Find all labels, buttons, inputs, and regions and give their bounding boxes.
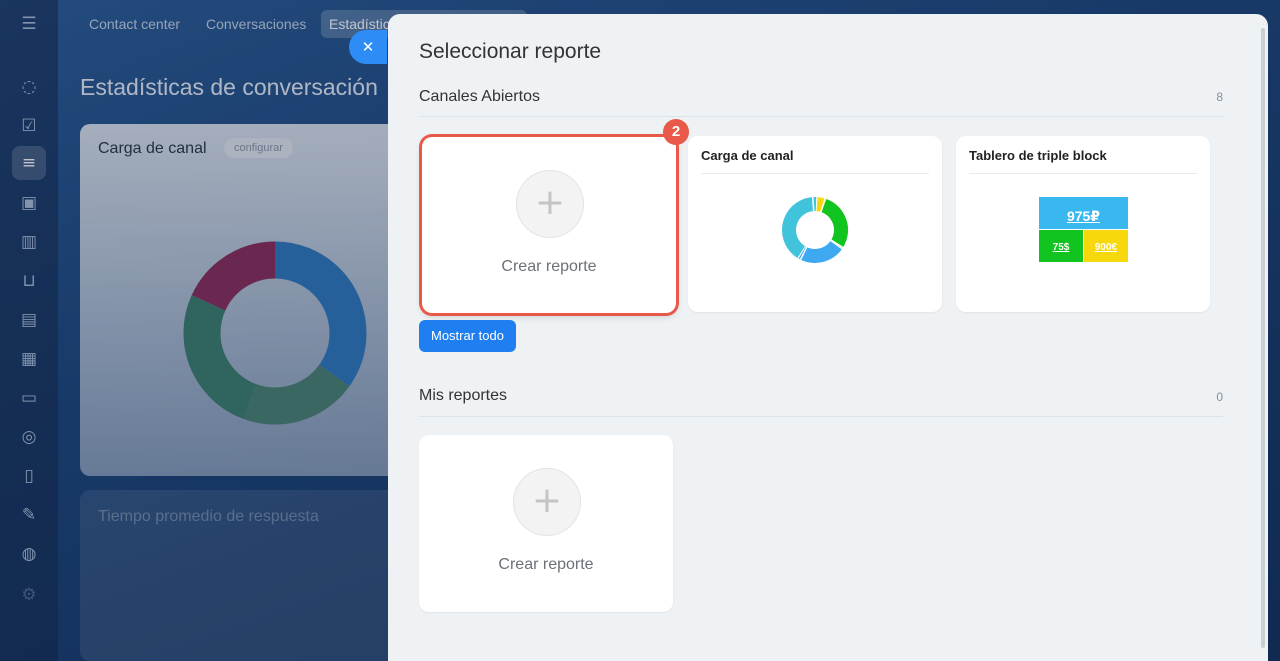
close-panel-button[interactable]: ✕ — [349, 30, 387, 64]
open-channels-section-title: Canales Abiertos — [419, 88, 540, 105]
open-channels-divider — [419, 116, 1223, 117]
card-divider — [969, 173, 1197, 174]
create-report-label: Crear reporte — [498, 556, 594, 573]
report-card-triple-block[interactable]: Tablero de triple block 975₽ 75$ 900€ — [956, 136, 1210, 312]
triple-block-bottom-left: 75$ — [1039, 230, 1083, 262]
show-all-button[interactable]: Mostrar todo — [419, 320, 516, 352]
open-channels-count: 8 — [1216, 90, 1223, 104]
my-reports-divider — [419, 416, 1223, 417]
channel-load-donut-preview — [782, 196, 848, 263]
create-report-label: Crear reporte — [501, 258, 597, 275]
triple-block-preview: 975₽ 75$ 900€ — [1039, 197, 1128, 262]
select-report-panel: Seleccionar reporte Canales Abiertos 8 +… — [388, 14, 1268, 661]
my-reports-section-title: Mis reportes — [419, 387, 508, 404]
create-report-card-my-reports[interactable]: + Crear reporte — [419, 435, 673, 612]
triple-block-bottom-right-value: 900€ — [1094, 242, 1118, 253]
triple-block-top: 975₽ — [1039, 197, 1128, 229]
plus-icon: + — [516, 170, 584, 238]
my-reports-count: 0 — [1216, 390, 1223, 404]
triple-block-top-value: 975₽ — [1066, 208, 1101, 224]
report-card-channel-load[interactable]: Carga de canal — [688, 136, 942, 312]
close-icon: ✕ — [361, 38, 375, 56]
triple-block-bottom-left-value: 75$ — [1052, 242, 1070, 253]
panel-scrollbar[interactable] — [1261, 28, 1265, 648]
step-badge: 2 — [663, 119, 689, 145]
create-report-card-open-channels[interactable]: + Crear reporte — [422, 137, 676, 313]
report-card-title: Carga de canal — [701, 148, 794, 163]
card-divider — [701, 173, 929, 174]
report-card-title: Tablero de triple block — [969, 148, 1107, 163]
plus-icon: + — [513, 468, 581, 536]
triple-block-bottom-right: 900€ — [1084, 230, 1128, 262]
panel-title: Seleccionar reporte — [419, 40, 602, 63]
